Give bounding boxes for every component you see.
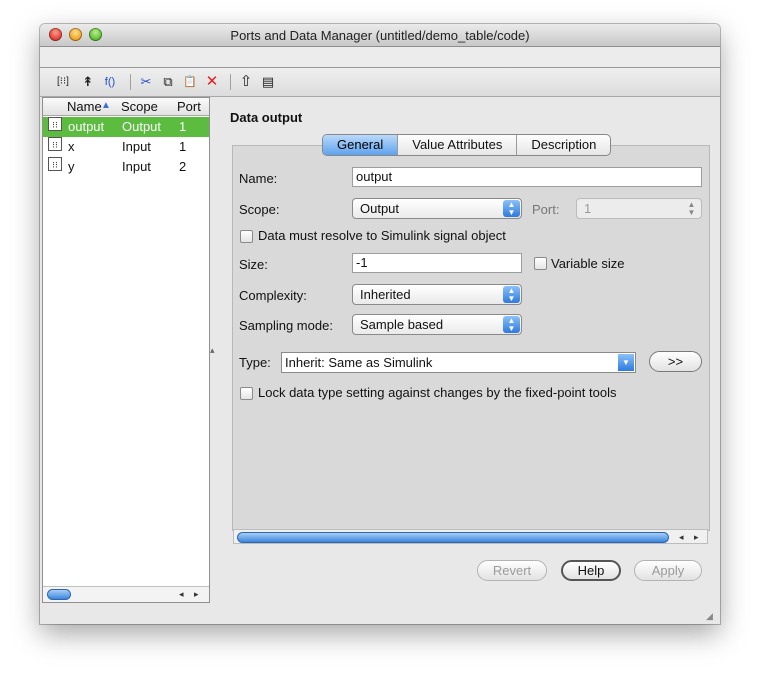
port-select-value: 1 (584, 201, 592, 216)
chevron-down-icon[interactable]: ▼ (618, 354, 634, 371)
properties-icon[interactable]: ▤ (260, 72, 276, 92)
cut-icon[interactable]: ✂ (138, 72, 154, 92)
list-item-port: 2 (179, 159, 187, 174)
add-function-icon[interactable]: f() (102, 72, 118, 92)
scroll-right-icon[interactable]: ▸ (694, 530, 699, 545)
scope-label: Scope: (239, 202, 280, 217)
complexity-select-value: Inherited (360, 287, 411, 302)
lock-data-type-checkbox[interactable] (240, 387, 253, 400)
complexity-select[interactable]: Inherited ▲ ▼ (352, 284, 522, 305)
add-event-icon[interactable]: ↟ (80, 72, 96, 92)
move-up-icon[interactable]: ⇧ (238, 72, 254, 92)
list-item-port: 1 (179, 119, 187, 134)
show-data-type-assistant-button[interactable]: >> (649, 351, 702, 372)
detail-tabs: General Value Attributes Description (322, 134, 612, 156)
data-item-icon: ⁝⁝ (48, 157, 62, 171)
list-item[interactable]: ⁝⁝ output Output 1 (43, 117, 209, 137)
select-stepper-icon: ▲ ▼ (503, 286, 520, 303)
resize-grip-icon[interactable]: ◢ (706, 610, 718, 622)
name-field[interactable]: output (352, 167, 702, 187)
sampling-mode-select-value: Sample based (360, 317, 444, 332)
column-header-scope[interactable]: Scope (121, 99, 158, 114)
port-label: Port: (532, 202, 560, 217)
splitter-handle-icon[interactable]: ▴ (210, 345, 215, 356)
select-stepper-icon: ▲ ▼ (503, 316, 520, 333)
general-tab-panel: Name: output Scope: Output ▲ ▼ Port: 1 ▲ ▼… (232, 145, 710, 531)
list-item[interactable]: ⁝⁝ y Input 2 (43, 157, 209, 177)
tab-general[interactable]: General (323, 135, 398, 155)
port-select: 1 ▲ ▼ (576, 198, 702, 219)
scroll-left-icon[interactable]: ◂ (679, 530, 684, 545)
add-data-icon[interactable]: [⁝⁝] (52, 72, 74, 92)
list-item-name: y (68, 159, 75, 174)
column-header-name[interactable]: Name (67, 99, 102, 114)
data-item-icon: ⁝⁝ (48, 117, 62, 131)
select-stepper-icon: ▲ ▼ (503, 200, 520, 217)
resolve-signal-checkbox[interactable] (240, 230, 253, 243)
menu-strip (40, 47, 720, 68)
window-title: Ports and Data Manager (untitled/demo_ta… (230, 28, 530, 43)
detail-title: Data output (230, 110, 303, 125)
list-item-scope: Input (122, 159, 151, 174)
type-combobox-value: Inherit: Same as Simulink (285, 355, 433, 370)
sort-ascending-icon: ▲ (101, 100, 111, 111)
size-field[interactable]: -1 (352, 253, 522, 273)
type-combobox[interactable]: Inherit: Same as Simulink ▼ (281, 352, 636, 373)
scope-select-value: Output (360, 201, 400, 216)
list-item-scope: Input (122, 139, 151, 154)
scroll-right-icon[interactable]: ▸ (194, 587, 199, 602)
list-item[interactable]: ⁝⁝ x Input 1 (43, 137, 209, 157)
delete-icon[interactable]: ✕ (204, 72, 220, 92)
apply-button[interactable]: Apply (634, 560, 702, 581)
select-stepper-icon: ▲ ▼ (687, 200, 696, 217)
data-item-icon: ⁝⁝ (48, 137, 62, 151)
main-window: Ports and Data Manager (untitled/demo_ta… (40, 24, 720, 624)
list-item-name: output (68, 119, 105, 134)
column-header-port[interactable]: Port (177, 99, 201, 114)
list-item-name: x (68, 139, 75, 154)
list-header: Name ▲ Scope Port (43, 98, 209, 116)
revert-button[interactable]: Revert (477, 560, 547, 581)
scrollbar-thumb[interactable] (47, 589, 71, 600)
sampling-mode-label: Sampling mode: (239, 318, 333, 333)
toolbar-separator (130, 74, 131, 90)
title-bar[interactable]: Ports and Data Manager (untitled/demo_ta… (40, 24, 720, 47)
resolve-signal-label: Data must resolve to Simulink signal obj… (258, 228, 506, 243)
list-item-scope: Output (122, 119, 162, 134)
panel-horizontal-scrollbar[interactable]: ◂ ▸ (233, 529, 708, 544)
paste-icon[interactable]: 📋 (182, 72, 198, 92)
sampling-mode-select[interactable]: Sample based ▲ ▼ (352, 314, 522, 335)
variable-size-label: Variable size (551, 256, 625, 271)
variable-size-checkbox[interactable] (534, 257, 547, 270)
complexity-label: Complexity: (239, 288, 307, 303)
tab-description[interactable]: Description (516, 135, 610, 155)
scrollbar-thumb[interactable] (237, 532, 669, 543)
lock-data-type-label: Lock data type setting against changes b… (258, 385, 617, 400)
name-label: Name: (239, 171, 278, 186)
type-label: Type: (239, 355, 271, 370)
list-horizontal-scrollbar[interactable]: ◂ ▸ (43, 586, 209, 602)
data-list[interactable]: Name ▲ Scope Port ⁝⁝ output Output 1 ⁝⁝ … (42, 97, 210, 603)
scroll-left-icon[interactable]: ◂ (179, 587, 184, 602)
toolbar-separator (230, 74, 231, 90)
tab-value-attributes[interactable]: Value Attributes (397, 135, 516, 155)
copy-icon[interactable]: ⧉ (160, 72, 176, 92)
help-button[interactable]: Help (561, 560, 621, 581)
size-label: Size: (239, 257, 268, 272)
scope-select[interactable]: Output ▲ ▼ (352, 198, 522, 219)
toolbar: [⁝⁝] ↟ f() ✂ ⧉ 📋 ✕ ⇧ ▤ (40, 68, 720, 97)
list-item-port: 1 (179, 139, 187, 154)
